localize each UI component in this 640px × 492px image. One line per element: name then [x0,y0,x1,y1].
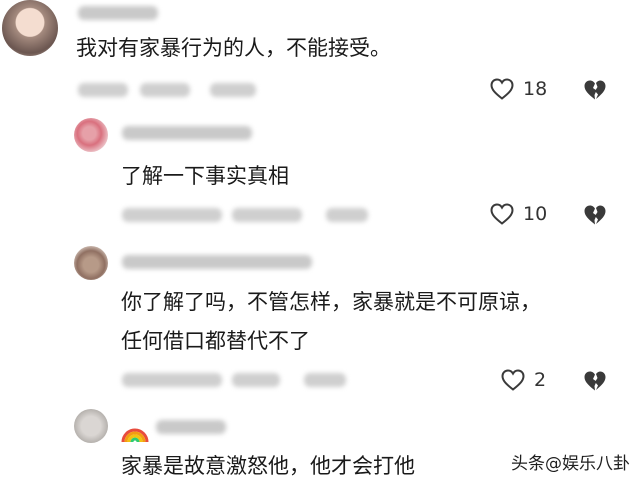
reply-button-blurred[interactable] [326,208,368,222]
watermark: 头条@娱乐八卦 [511,454,630,474]
timestamp-blurred [122,373,222,387]
reply-button-blurred[interactable] [304,373,346,387]
like-count: 10 [523,203,548,225]
heart-outline-icon [490,203,514,225]
comment-thread: 我对有家暴行为的人，不能接受。 18 了解一下事实真相 10 你了解了吗，不管怎… [0,0,640,492]
username-blurred[interactable] [78,6,158,20]
comment-text: 了解一下事实真相 [121,164,289,188]
location-blurred [232,208,302,222]
timestamp-blurred [122,208,222,222]
broken-heart-icon[interactable] [582,78,608,102]
broken-heart-icon[interactable] [582,369,608,393]
comment-text: 家暴是故意激怒他，他才会打他 [121,454,415,478]
broken-heart-icon[interactable] [582,203,608,227]
like-count: 18 [523,78,548,100]
avatar[interactable] [74,246,108,280]
avatar[interactable] [74,118,108,152]
comment-text-line-2: 任何借口都替代不了 [121,329,310,353]
location-blurred [140,83,190,97]
reply-button-blurred[interactable] [210,83,256,97]
like-button[interactable]: 10 [489,202,547,226]
location-blurred [232,373,280,387]
like-button[interactable]: 18 [489,77,547,101]
rainbow-icon [121,428,149,443]
avatar[interactable] [2,0,58,56]
like-count: 2 [534,369,547,391]
comment-text-line-1: 你了解了吗，不管怎样，家暴就是不可原谅， [121,290,541,314]
username-blurred[interactable] [122,126,252,140]
heart-outline-icon [490,78,514,100]
timestamp-blurred [78,83,128,97]
like-button[interactable]: 2 [500,368,546,392]
avatar[interactable] [74,409,108,443]
comment-text: 我对有家暴行为的人，不能接受。 [76,36,391,60]
heart-outline-icon [501,369,525,391]
username-blurred[interactable] [156,420,226,434]
username-blurred[interactable] [122,255,312,269]
